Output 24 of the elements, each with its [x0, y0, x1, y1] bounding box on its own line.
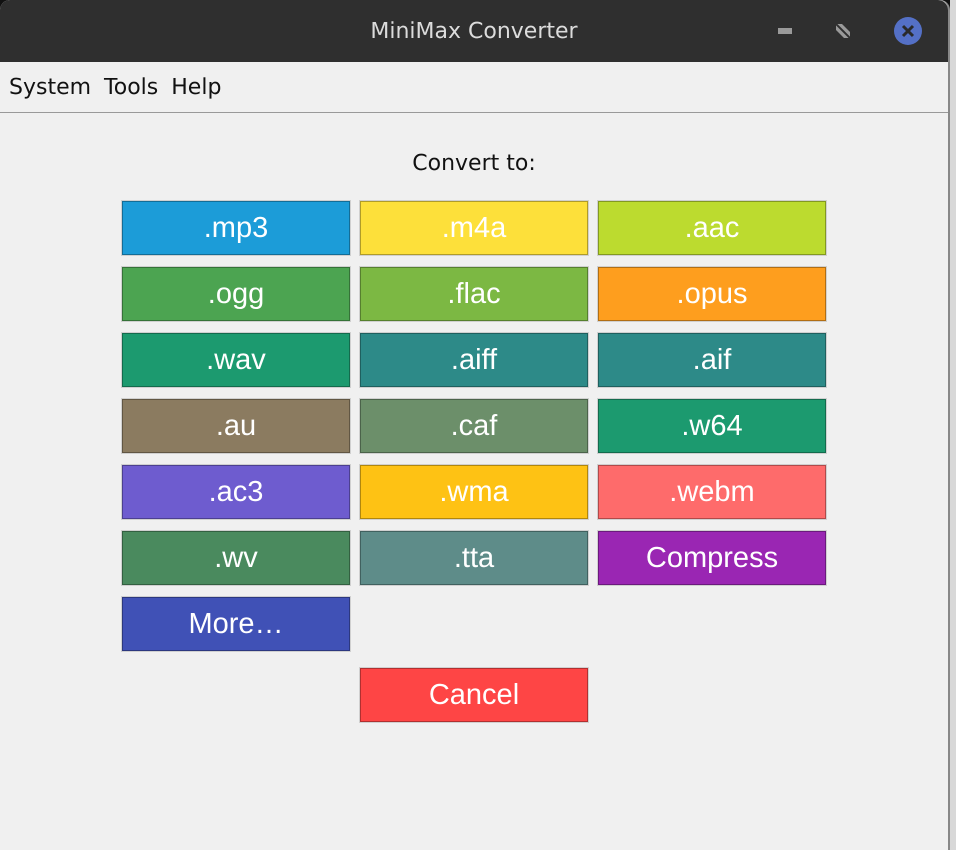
format-button[interactable]: More… — [122, 597, 350, 651]
cancel-button[interactable]: Cancel — [360, 668, 588, 722]
format-button[interactable]: .opus — [598, 267, 826, 321]
format-button[interactable]: .caf — [360, 399, 588, 453]
maximize-button[interactable] — [836, 24, 850, 38]
menu-item[interactable]: System — [9, 74, 92, 100]
format-button[interactable]: .webm — [598, 465, 826, 519]
format-button[interactable]: .ac3 — [122, 465, 350, 519]
format-button[interactable]: .aiff — [360, 333, 588, 387]
format-button[interactable]: .wav — [122, 333, 350, 387]
format-button[interactable]: .w64 — [598, 399, 826, 453]
menu-item[interactable]: Tools — [104, 74, 158, 100]
window-title: MiniMax Converter — [370, 18, 578, 44]
format-button[interactable]: .tta — [360, 531, 588, 585]
format-button[interactable]: .flac — [360, 267, 588, 321]
heading: Convert to: — [412, 151, 536, 176]
format-button[interactable]: .au — [122, 399, 350, 453]
menu-item[interactable]: Help — [171, 74, 222, 100]
format-button[interactable]: Compress — [598, 531, 826, 585]
format-button[interactable]: .ogg — [122, 267, 350, 321]
format-button[interactable]: .aif — [598, 333, 826, 387]
close-button[interactable] — [894, 17, 922, 45]
format-button[interactable]: .mp3 — [122, 201, 350, 255]
format-button[interactable]: .wv — [122, 531, 350, 585]
